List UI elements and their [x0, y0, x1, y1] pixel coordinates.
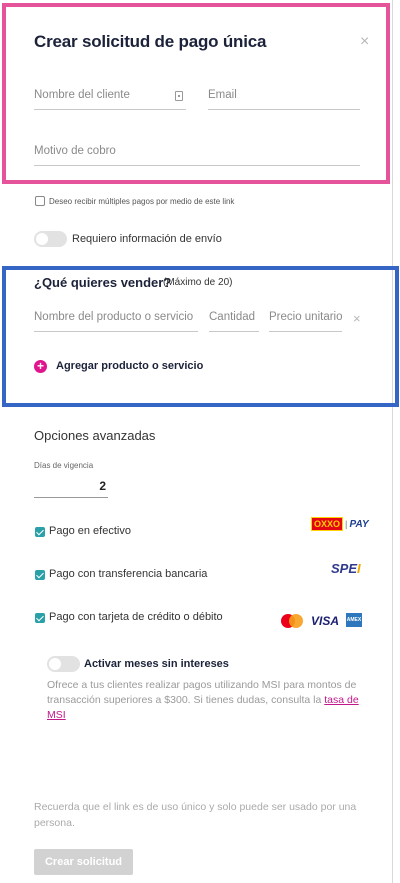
card-payment-checkbox[interactable]	[35, 613, 45, 623]
create-request-button[interactable]: Crear solicitud	[34, 849, 133, 875]
multiple-payments-label: Deseo recibir múltiples pagos por medio …	[49, 197, 235, 206]
transfer-payment-checkbox[interactable]	[35, 570, 45, 580]
advanced-options-heading: Opciones avanzadas	[34, 428, 156, 443]
spei-logo: SPEI	[331, 561, 361, 576]
days-validity-field[interactable]: 2	[34, 476, 108, 498]
oxxo-pay-logo: OXXO | PAY	[311, 517, 369, 531]
spei-logo-text: SPE	[331, 561, 358, 576]
shipping-toggle[interactable]	[34, 231, 67, 247]
msi-toggle[interactable]	[47, 656, 80, 672]
client-section-highlight	[2, 3, 390, 184]
transfer-payment-label: Pago con transferencia bancaria	[49, 568, 208, 580]
cash-payment-label: Pago en efectivo	[49, 525, 131, 537]
spei-logo-accent: I	[357, 561, 361, 576]
cash-payment-checkbox[interactable]	[35, 527, 45, 537]
mastercard-icon	[281, 614, 303, 628]
card-payment-label: Pago con tarjeta de crédito o débito	[49, 611, 223, 623]
amex-icon: AMEX	[346, 613, 362, 627]
msi-toggle-label: Activar meses sin intereses	[84, 658, 229, 670]
msi-description: Ofrece a tus clientes realizar pagos uti…	[47, 678, 365, 723]
scrollbar-track[interactable]	[392, 0, 393, 883]
shipping-label: Requiero información de envío	[72, 233, 222, 245]
days-validity-value: 2	[99, 479, 106, 493]
multiple-payments-checkbox[interactable]	[35, 196, 45, 206]
visa-logo: VISA	[311, 614, 340, 628]
single-use-note: Recuerda que el link es de uso único y s…	[34, 801, 357, 829]
msi-description-text: Ofrece a tus clientes realizar pagos uti…	[47, 679, 357, 706]
products-section-highlight	[2, 266, 399, 407]
pay-logo-text: PAY	[349, 519, 369, 530]
oxxo-logo-text: OXXO	[311, 517, 344, 531]
days-validity-label: Días de vigencia	[34, 461, 94, 470]
